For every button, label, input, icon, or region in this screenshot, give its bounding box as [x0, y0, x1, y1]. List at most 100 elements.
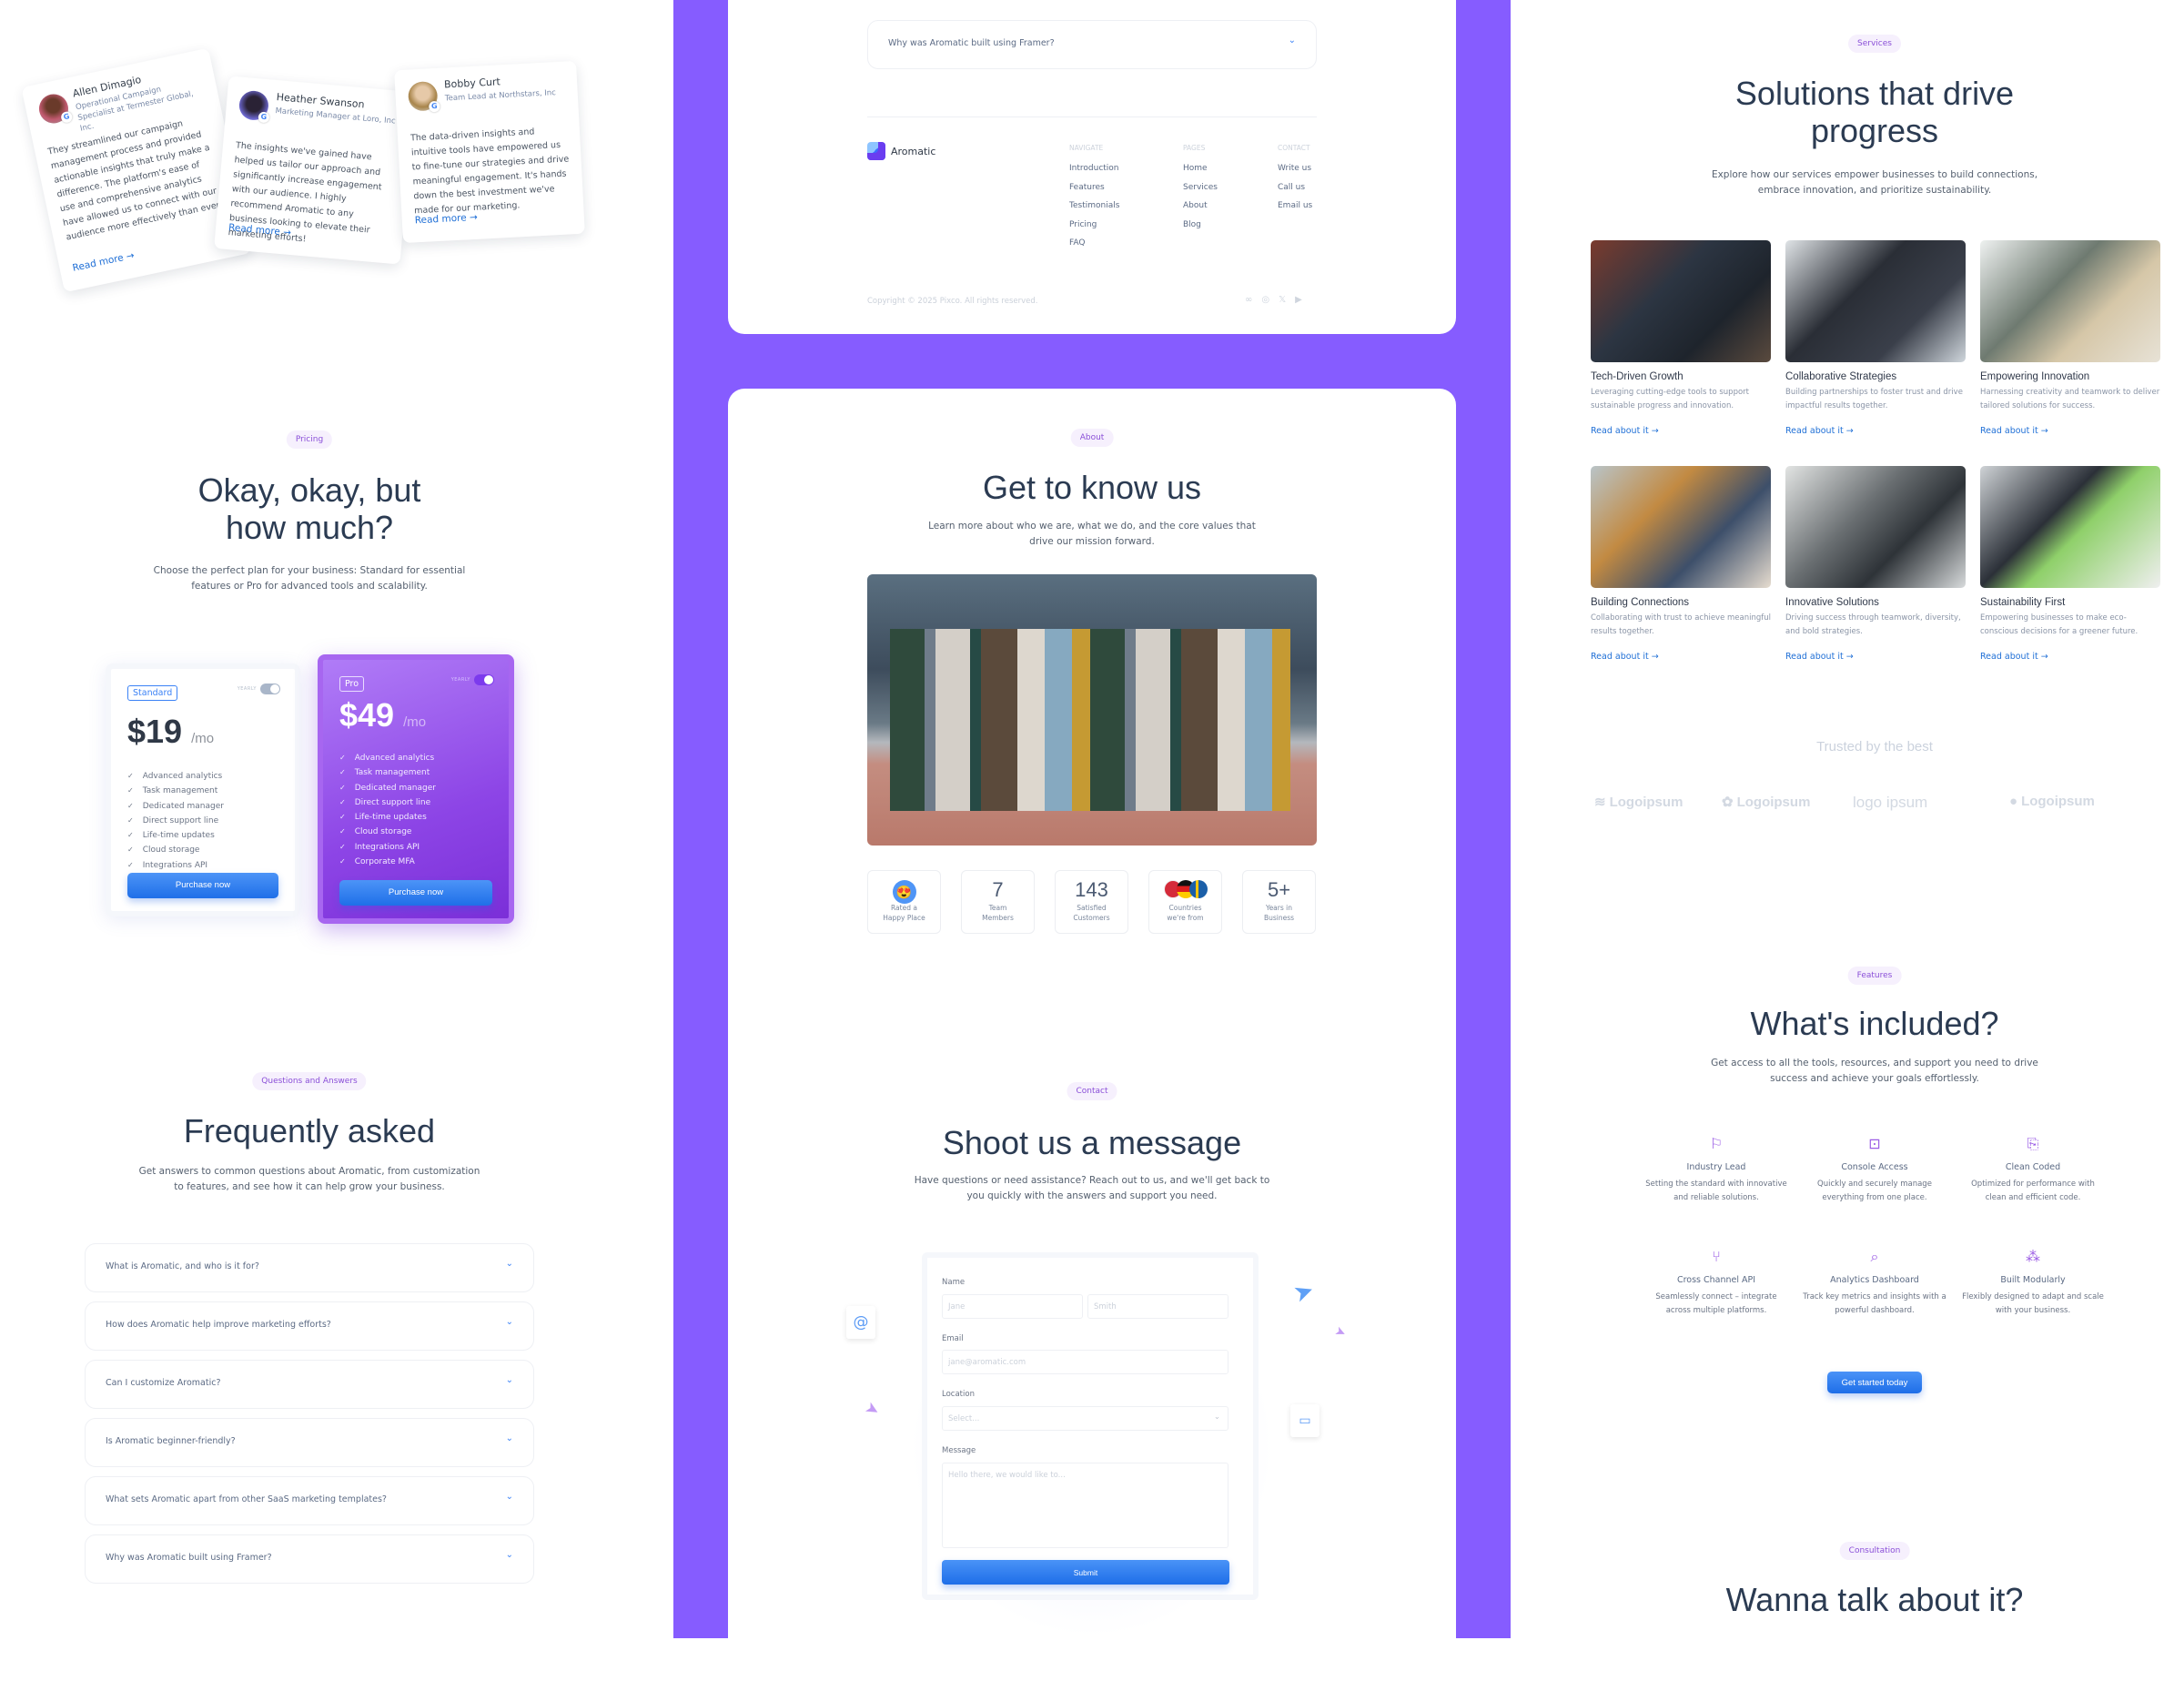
google-icon: G	[258, 111, 270, 124]
feature-label: Task management	[354, 768, 430, 778]
instagram-icon[interactable]: ◎	[1261, 295, 1269, 305]
sweden-flag-icon	[1188, 880, 1208, 898]
price-value: $19	[127, 713, 183, 750]
price-period: /mo	[403, 714, 427, 730]
footer-link[interactable]: About	[1183, 197, 1218, 216]
stat-value: 😍	[868, 878, 940, 904]
feature-label: Dedicated manager	[142, 801, 224, 811]
read-about-link[interactable]: Read about it →	[1980, 426, 2160, 436]
footer-card: Why was Aromatic built using Framer? ⌄ Ar…	[728, 0, 1456, 334]
google-icon: G	[60, 110, 74, 124]
subtitle-line: Choose the perfect plan for your busines…	[153, 565, 466, 576]
read-about-link[interactable]: Read about it →	[1591, 652, 1771, 662]
faq-item[interactable]: What sets Aromatic apart from other SaaS…	[85, 1476, 534, 1525]
meta-icon[interactable]: ∞	[1245, 295, 1252, 305]
last-name-input[interactable]: Smith	[1087, 1294, 1228, 1319]
read-more-link[interactable]: Read more →	[72, 250, 136, 274]
footer-link[interactable]: Write us	[1278, 159, 1312, 178]
section-pill: Questions and Answers	[252, 1072, 367, 1090]
chevron-down-icon: ⌄	[505, 1317, 513, 1327]
services-title: Solutions that drive progress	[1735, 75, 2014, 150]
feature-item: ⊡ Console Access Quickly and securely mana…	[1802, 1135, 1947, 1205]
footer-link[interactable]: Email us	[1278, 197, 1312, 216]
email-input[interactable]: jane@aromatic.com	[942, 1350, 1228, 1374]
x-icon[interactable]: 𝕏	[1279, 295, 1286, 305]
read-about-link[interactable]: Read about it →	[1785, 426, 1966, 436]
youtube-icon[interactable]: ▶	[1295, 295, 1302, 305]
footer-link[interactable]: Features	[1069, 178, 1119, 197]
footer-link[interactable]: Services	[1183, 178, 1218, 197]
brand-name: Aromatic	[891, 145, 936, 157]
get-started-button[interactable]: Get started today	[1827, 1372, 1922, 1393]
service-title: Building Connections	[1591, 597, 1690, 608]
purchase-button[interactable]: Purchase now	[339, 880, 492, 906]
title-line: Solutions that drive	[1734, 75, 2015, 112]
toggle-switch[interactable]	[260, 684, 280, 694]
logo-mark-icon: ✿	[1722, 795, 1734, 810]
review-text: They streamlined our campaign management…	[46, 118, 223, 243]
section-pill: Contact	[1067, 1082, 1117, 1100]
footer-link[interactable]: Introduction	[1069, 159, 1119, 178]
first-name-input[interactable]: Jane	[942, 1294, 1083, 1319]
submit-button[interactable]: Submit	[942, 1560, 1229, 1585]
blocks-icon: ⁂	[2026, 1248, 2040, 1265]
faq-item[interactable]: Is Aromatic beginner-friendly? ⌄	[85, 1418, 534, 1467]
service-title: Collaborative Strategies	[1785, 371, 1897, 382]
read-about-link[interactable]: Read about it →	[1785, 652, 1966, 662]
feature-label: Direct support line	[354, 797, 431, 807]
plan-feature: ✓ Integrations API	[127, 858, 224, 873]
section-pill: Consultation	[1839, 1542, 1910, 1560]
at-sign-icon: @	[846, 1306, 875, 1339]
footer-brand[interactable]: Aromatic	[867, 142, 935, 160]
testimonial-card: G Heather Swanson Marketing Manager at L…	[214, 76, 415, 265]
subtitle-line: success and achieve your goals effortles…	[1770, 1073, 1979, 1084]
stat-card: 143 Satisfied Customers	[1055, 870, 1128, 934]
team-photo	[867, 574, 1317, 846]
footer-link[interactable]: Testimonials	[1069, 197, 1119, 216]
footer-link[interactable]: Pricing	[1069, 216, 1119, 235]
faq-item[interactable]: How does Aromatic help improve marketing…	[85, 1301, 534, 1351]
features-title: What's included?	[1750, 1005, 1999, 1042]
footer-link[interactable]: Call us	[1278, 178, 1312, 197]
faq-item[interactable]: Can I customize Aromatic? ⌄	[85, 1360, 534, 1409]
service-photo	[1980, 240, 2160, 362]
section-pill: About	[1070, 429, 1114, 447]
faq-item[interactable]: What is Aromatic, and who is it for? ⌄	[85, 1243, 534, 1292]
yearly-toggle[interactable]: YEARLY	[451, 674, 494, 685]
check-icon: ✓	[339, 857, 346, 866]
feature-label: Corporate MFA	[354, 857, 415, 867]
location-select[interactable]: Select... ⌄	[942, 1406, 1228, 1431]
service-desc: Leveraging cutting-edge tools to support…	[1591, 388, 1750, 410]
yearly-toggle[interactable]: YEARLY	[238, 684, 280, 694]
title-line: how much?	[225, 509, 394, 547]
logo-text: Logoipsum	[1736, 794, 1811, 810]
read-about-link[interactable]: Read about it →	[1591, 426, 1771, 436]
consultation-title: Wanna talk about it?	[1725, 1581, 2024, 1618]
feature-desc: Setting the standard with innovative and…	[1645, 1180, 1787, 1202]
service-card: Tech-Driven Growth Leveraging cutting-edg…	[1591, 240, 1771, 436]
service-title: Sustainability First	[1980, 597, 2066, 608]
terminal-icon: ⊡	[1868, 1135, 1881, 1152]
about-title: Get to know us	[982, 469, 1202, 506]
plan-card-standard: Standard YEARLY $19 /mo ✓ Advanced analyt…	[106, 663, 300, 916]
faq-item[interactable]: Why was Aromatic built using Framer? ⌄	[867, 20, 1317, 69]
purchase-button[interactable]: Purchase now	[127, 873, 278, 898]
price-value: $49	[339, 696, 395, 734]
stat-card: 😍 Rated a Happy Place	[867, 870, 941, 934]
toggle-switch[interactable]	[474, 674, 494, 685]
feature-desc: Flexibly designed to adapt and scale wit…	[1962, 1292, 2104, 1315]
footer-link[interactable]: Blog	[1183, 216, 1218, 235]
message-textarea[interactable]: Hello there, we would like to...	[942, 1463, 1228, 1548]
plan-feature: ✓ Advanced analytics	[339, 751, 436, 765]
read-about-link[interactable]: Read about it →	[1980, 652, 2160, 662]
footer-link[interactable]: FAQ	[1069, 234, 1119, 253]
plan-feature: ✓ Dedicated manager	[127, 799, 224, 814]
plan-feature: ✓ Life-time updates	[339, 810, 436, 825]
read-more-link[interactable]: Read more →	[415, 212, 479, 227]
footer-link[interactable]: Home	[1183, 159, 1218, 178]
team-figures	[890, 629, 1290, 811]
toggle-label: YEARLY	[237, 686, 257, 692]
trusted-title: Trusted by the best	[1816, 739, 1933, 754]
reviewer-role: Marketing Manager at Loro, Inc	[275, 106, 396, 127]
faq-item[interactable]: Why was Aromatic built using Framer? ⌄	[85, 1534, 534, 1584]
